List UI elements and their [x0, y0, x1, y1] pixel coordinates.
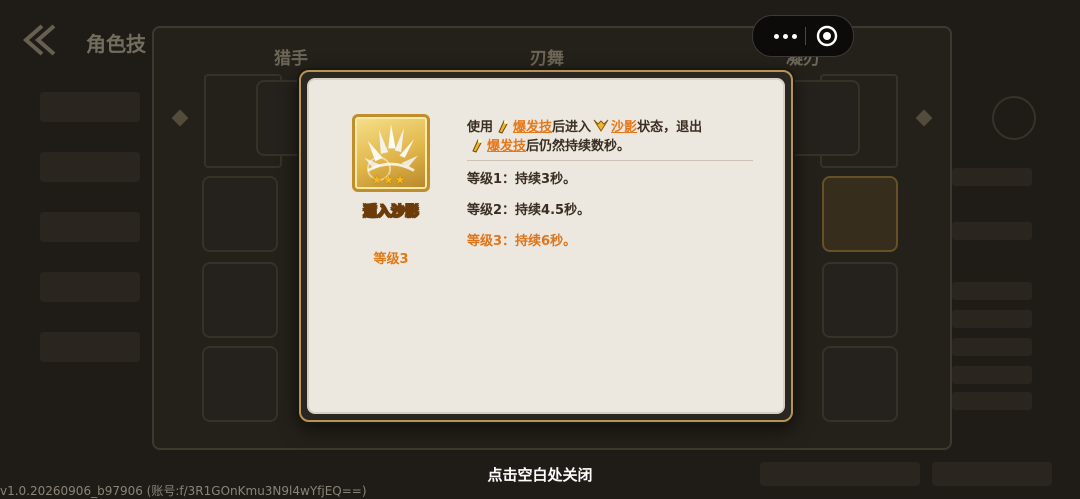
background-round-button[interactable]	[992, 96, 1036, 140]
background-skill-slot[interactable]	[202, 176, 278, 252]
mini-program-capsule	[752, 15, 854, 57]
skill-description: 使用 爆发技后进入 沙影状态，退出 爆发技后仍然持续数秒。	[467, 118, 755, 156]
background-skill-slot-selected[interactable]	[822, 176, 898, 252]
background-left-list	[40, 80, 148, 400]
burst-skill-icon	[472, 139, 482, 153]
background-list-item	[40, 332, 140, 362]
description-text: 后进入	[552, 120, 592, 135]
background-stat-row	[952, 366, 1032, 384]
background-tab[interactable]: 刃舞	[530, 44, 564, 69]
description-text: 状态，退出	[637, 120, 703, 135]
skill-detail-modal: ★★★ 遁入沙影 等级3 使用 爆发技后进入 沙影状态，退出 爆发技后仍然持续数秒。 …	[299, 70, 793, 422]
keyword-burst-skill[interactable]: 爆发技	[487, 139, 526, 154]
background-skill-slot[interactable]	[822, 262, 898, 338]
description-text: 使用	[467, 120, 494, 135]
background-title: 角色技	[86, 32, 146, 56]
description-divider	[467, 160, 753, 161]
description-text: 后仍然持续数秒。	[526, 139, 631, 154]
keyword-sand-shadow[interactable]: 沙影	[611, 120, 637, 135]
background-stat-row	[952, 338, 1032, 356]
background-stat-row	[952, 222, 1032, 240]
background-skill-slot[interactable]	[202, 346, 278, 422]
keyword-burst-skill[interactable]: 爆发技	[513, 120, 552, 135]
skill-detail-content: ★★★ 遁入沙影 等级3 使用 爆发技后进入 沙影状态，退出 爆发技后仍然持续数秒。 …	[307, 78, 785, 414]
level-1-effect: 等级1：持续3秒。	[467, 172, 577, 187]
skill-stars: ★★★	[371, 174, 406, 187]
background-list-item	[40, 92, 140, 122]
background-stat-row	[952, 282, 1032, 300]
background-stat-row	[952, 392, 1032, 410]
burst-skill-icon	[498, 120, 509, 134]
background-skill-slot[interactable]	[822, 346, 898, 422]
background-list-item	[40, 152, 140, 182]
background-list-item	[40, 212, 140, 242]
skill-icon: ★★★	[352, 114, 430, 192]
skill-name: 遁入沙影	[363, 204, 420, 221]
background-tab[interactable]: 猎手	[274, 44, 308, 69]
background-list-item	[40, 272, 140, 302]
background-skill-slot[interactable]	[784, 80, 860, 156]
star-icon: ★★★	[371, 173, 406, 188]
background-skill-slot[interactable]	[202, 262, 278, 338]
level-3-effect: 等级3：持续6秒。	[467, 234, 577, 249]
more-dots-icon[interactable]	[765, 24, 805, 48]
level-2-effect: 等级2：持续4.5秒。	[467, 203, 591, 218]
target-circle-icon[interactable]	[816, 25, 838, 47]
version-string: v1.0.20260906_b97906 (账号:f/3R1GOnKmu3N9l…	[0, 484, 367, 498]
background-stat-row	[952, 310, 1032, 328]
back-arrow-icon[interactable]	[20, 22, 60, 58]
capsule-divider	[805, 27, 806, 45]
sand-shadow-icon	[593, 119, 609, 132]
skill-level: 等级3	[373, 252, 409, 267]
background-stat-row	[952, 168, 1032, 186]
